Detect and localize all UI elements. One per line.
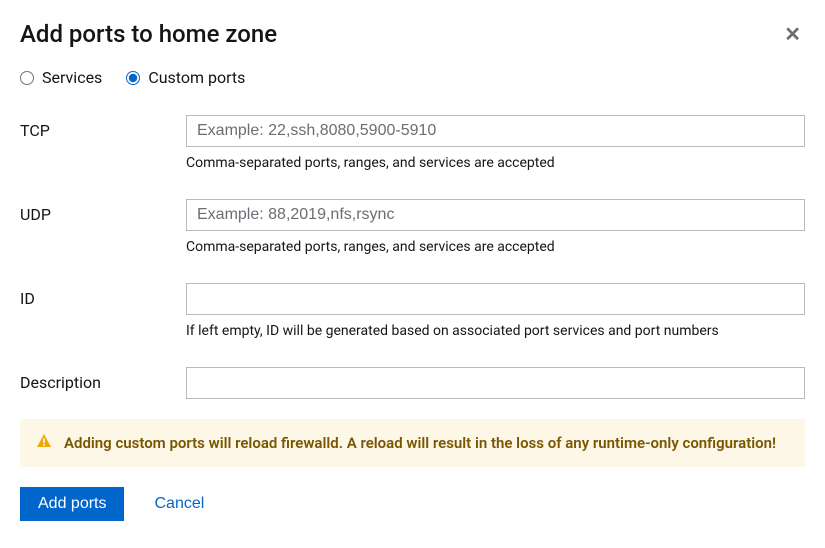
radio-services-input[interactable]: [20, 71, 34, 85]
radio-custom-ports[interactable]: Custom ports: [126, 68, 245, 87]
warning-icon: [36, 433, 52, 453]
description-field-row: Description: [20, 367, 805, 399]
radio-custom-label[interactable]: Custom ports: [148, 68, 245, 87]
udp-label: UDP: [20, 199, 186, 255]
warning-text: Adding custom ports will reload firewall…: [64, 434, 776, 452]
dialog-actions: Add ports Cancel: [20, 487, 805, 521]
id-label: ID: [20, 283, 186, 339]
radio-services-label[interactable]: Services: [42, 68, 102, 87]
radio-services[interactable]: Services: [20, 68, 102, 87]
tcp-field-row: TCP Comma-separated ports, ranges, and s…: [20, 115, 805, 171]
id-help-text: If left empty, ID will be generated base…: [186, 323, 805, 339]
warning-alert: Adding custom ports will reload firewall…: [20, 419, 805, 467]
close-icon[interactable]: ✕: [780, 20, 805, 48]
udp-input[interactable]: [186, 199, 805, 231]
tcp-help-text: Comma-separated ports, ranges, and servi…: [186, 155, 805, 171]
dialog-header: Add ports to home zone ✕: [20, 20, 805, 48]
radio-custom-input[interactable]: [126, 71, 140, 85]
add-ports-button[interactable]: Add ports: [20, 487, 124, 521]
id-input[interactable]: [186, 283, 805, 315]
udp-help-text: Comma-separated ports, ranges, and servi…: [186, 239, 805, 255]
description-input[interactable]: [186, 367, 805, 399]
tcp-input[interactable]: [186, 115, 805, 147]
dialog-title: Add ports to home zone: [20, 20, 277, 48]
id-field-row: ID If left empty, ID will be generated b…: [20, 283, 805, 339]
description-label: Description: [20, 367, 186, 399]
udp-field-row: UDP Comma-separated ports, ranges, and s…: [20, 199, 805, 255]
mode-radio-group: Services Custom ports: [20, 68, 805, 87]
cancel-button[interactable]: Cancel: [154, 487, 204, 521]
tcp-label: TCP: [20, 115, 186, 171]
